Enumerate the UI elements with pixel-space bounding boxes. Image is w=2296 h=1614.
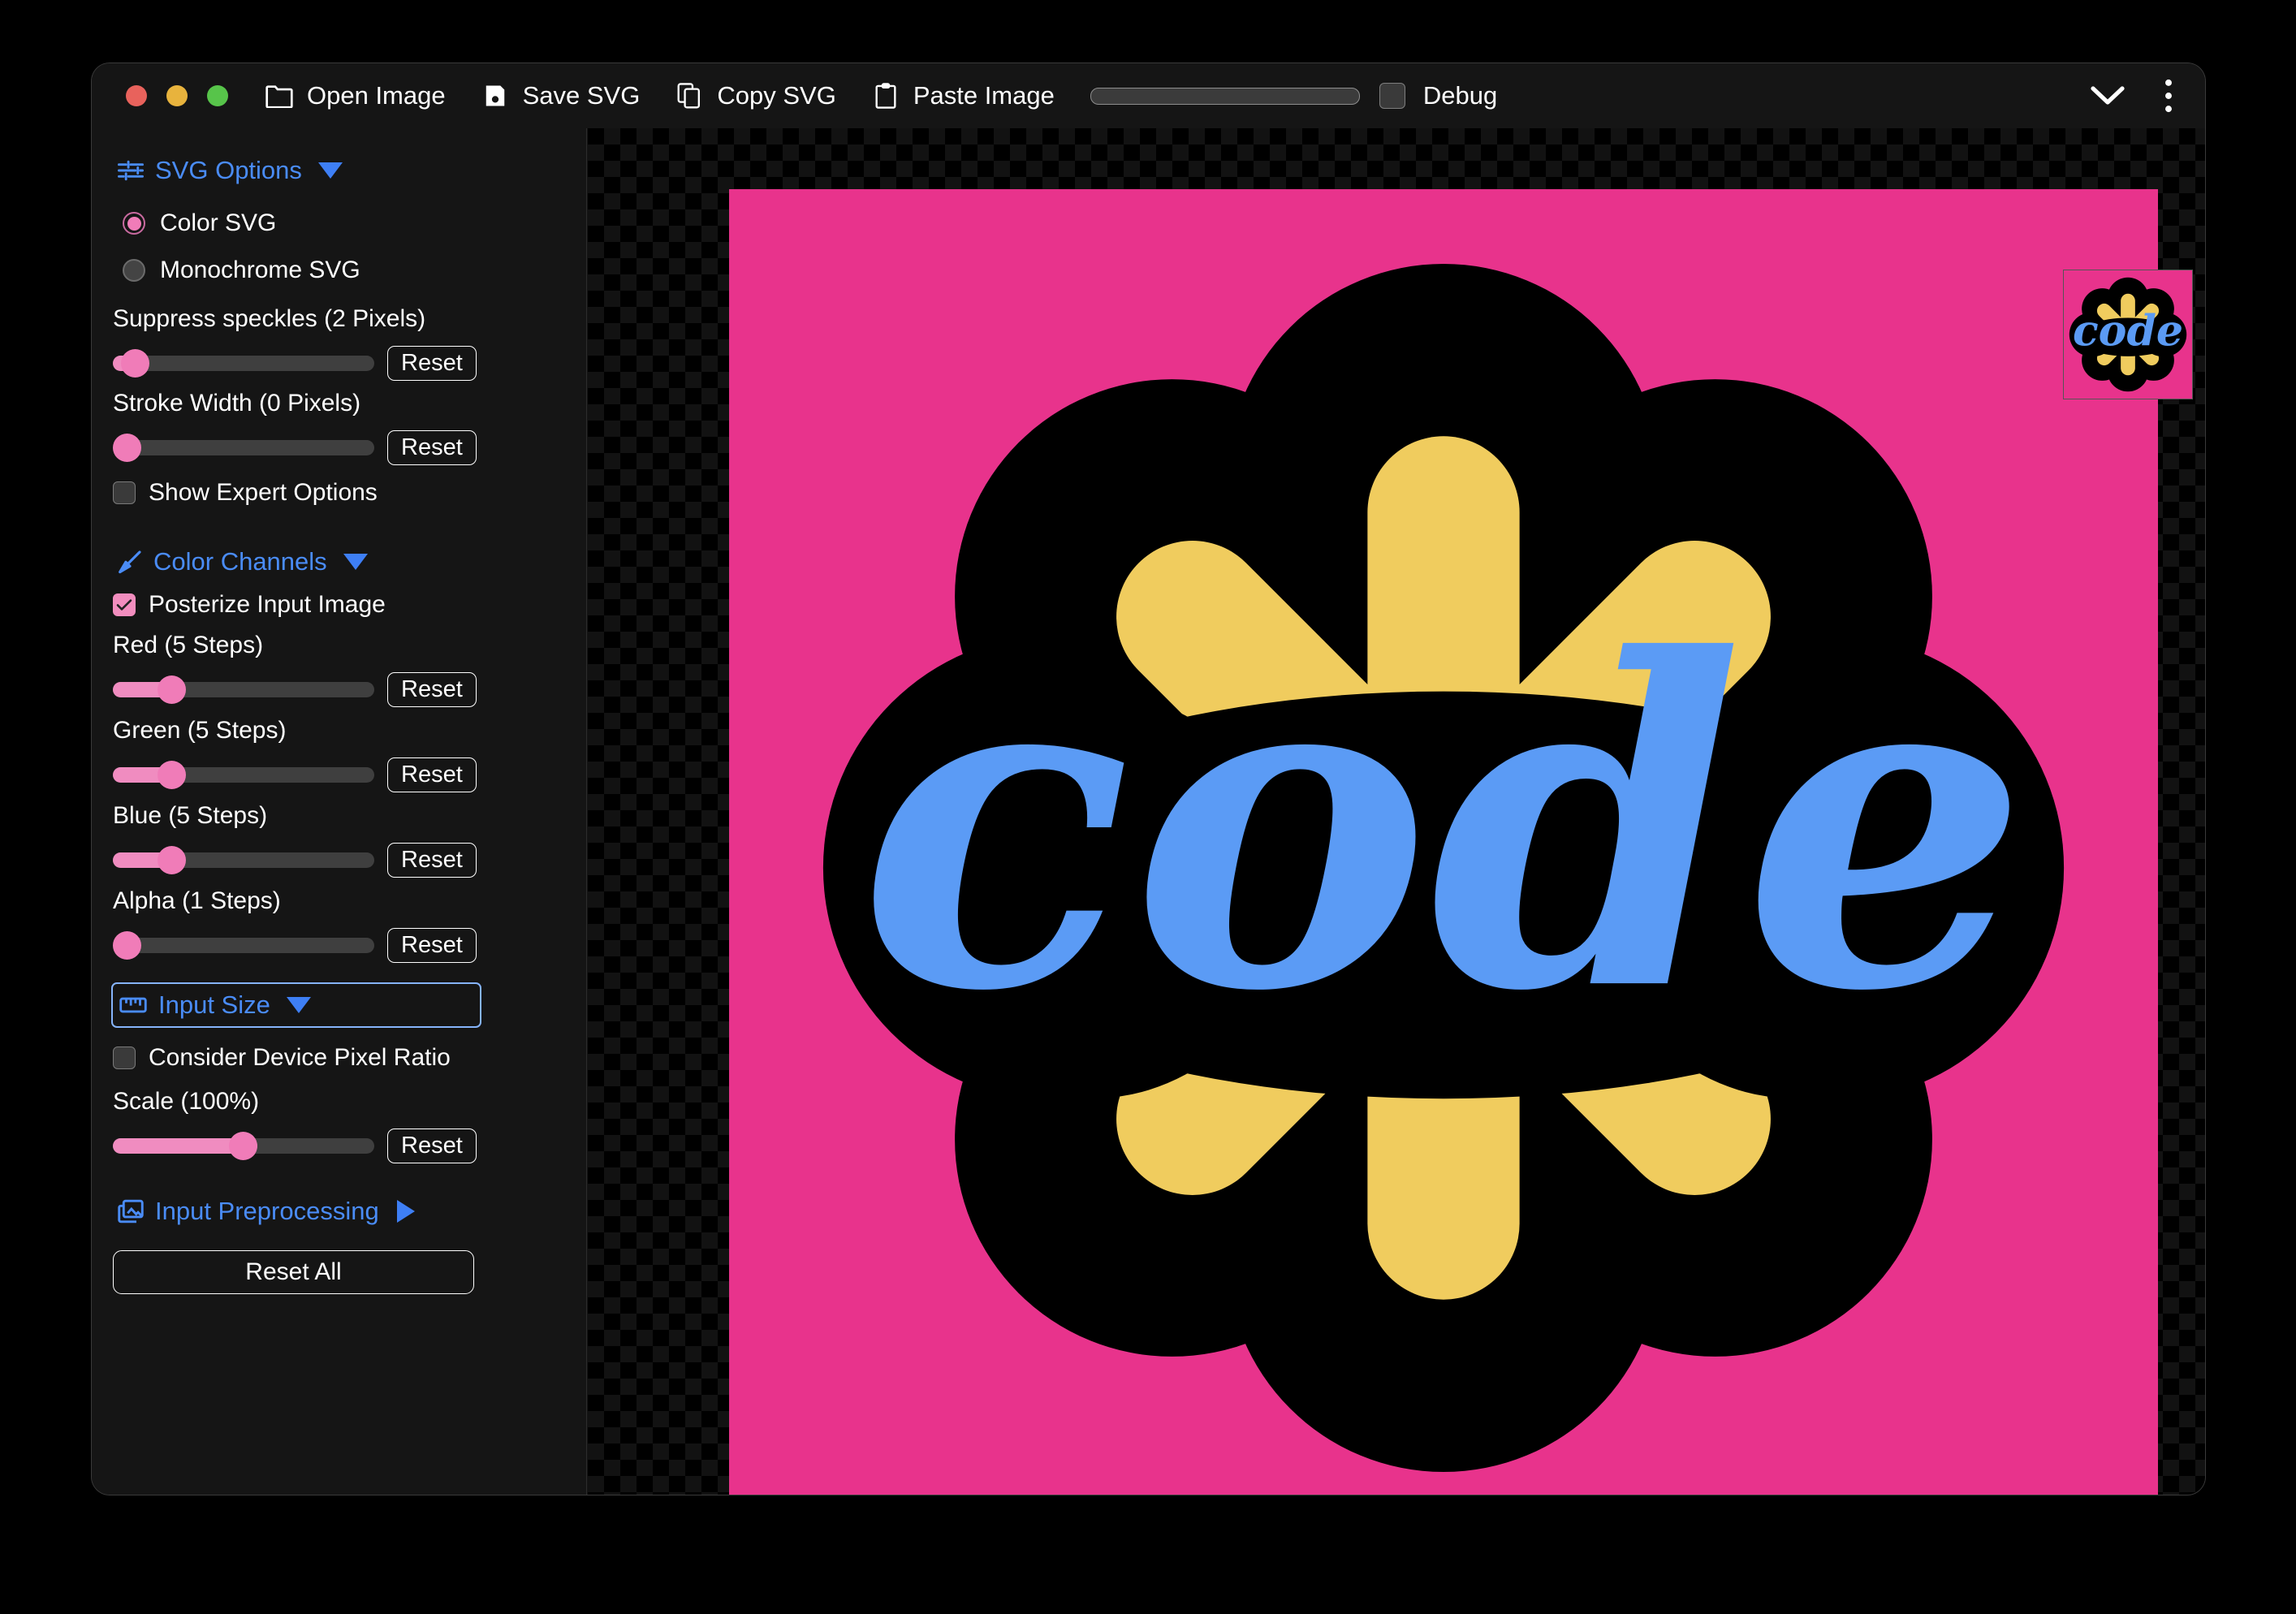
debug-checkbox[interactable]	[1379, 83, 1405, 109]
slider-row-suppress-speckles[interactable]: Reset	[113, 346, 477, 381]
options-sidebar: SVG Options Color SVG Monochrome SVG Sup…	[92, 128, 587, 1495]
images-icon	[118, 1199, 144, 1223]
posterize-input-image-label: Posterize Input Image	[149, 591, 386, 618]
reset-button-blue[interactable]: Reset	[387, 843, 477, 878]
section-header-color-channels[interactable]: Color Channels	[111, 542, 374, 581]
reset-button-green[interactable]: Reset	[387, 757, 477, 792]
artboard: code	[729, 189, 2158, 1495]
slider-label-green: Green (5 Steps)	[113, 717, 287, 744]
slider-track-alpha[interactable]	[113, 931, 374, 960]
section-title-color-channels: Color Channels	[153, 547, 327, 576]
radio-monochrome-svg-indicator[interactable]	[123, 259, 145, 282]
consider-device-pixel-ratio-checkbox[interactable]	[113, 1047, 136, 1069]
slider-label-blue: Blue (5 Steps)	[113, 802, 268, 829]
slider-label-red: Red (5 Steps)	[113, 632, 264, 658]
app-window: Open Image Save SVG Copy SVG Paste Image…	[92, 63, 2205, 1495]
debug-label: Debug	[1422, 81, 1498, 110]
reset-button-red[interactable]: Reset	[387, 672, 477, 707]
show-expert-options-checkbox[interactable]	[113, 481, 136, 504]
slider-track-stroke-width[interactable]	[113, 434, 374, 462]
section-header-input-preprocessing[interactable]: Input Preprocessing	[111, 1192, 421, 1231]
titlebar-right-controls	[2090, 63, 2173, 128]
slider-row-alpha[interactable]: Reset	[113, 928, 477, 963]
reset-button-scale[interactable]: Reset	[387, 1129, 477, 1163]
traffic-lights	[126, 85, 228, 106]
checkbox-consider-device-pixel-ratio[interactable]: Consider Device Pixel Ratio	[113, 1044, 451, 1072]
radio-monochrome-svg[interactable]: Monochrome SVG	[123, 257, 360, 284]
reset-button-stroke-width[interactable]: Reset	[387, 430, 477, 465]
slider-label-alpha: Alpha (1 Steps)	[113, 887, 281, 914]
slider-label-stroke-width: Stroke Width (0 Pixels)	[113, 390, 361, 416]
slider-track-scale[interactable]	[113, 1132, 374, 1160]
slider-row-scale[interactable]: Reset	[113, 1129, 477, 1163]
show-expert-options-label: Show Expert Options	[149, 479, 378, 506]
save-svg-label: Save SVG	[522, 81, 641, 110]
brush-icon	[118, 550, 142, 574]
slider-row-red[interactable]: Reset	[113, 672, 477, 707]
radio-color-svg[interactable]: Color SVG	[123, 209, 276, 237]
section-title-svg-options: SVG Options	[155, 156, 302, 184]
checkbox-posterize-input-image[interactable]: Posterize Input Image	[113, 591, 386, 619]
slider-track-red[interactable]	[113, 675, 374, 704]
slider-label-suppress-speckles: Suppress speckles (2 Pixels)	[113, 305, 426, 332]
save-disk-icon	[481, 82, 509, 110]
reset-all-button[interactable]: Reset All	[113, 1250, 474, 1294]
caret-down-icon[interactable]	[286, 997, 311, 1013]
slider-label-scale: Scale (100%)	[113, 1088, 260, 1115]
radio-monochrome-svg-label: Monochrome SVG	[160, 257, 360, 283]
close-window-button[interactable]	[126, 85, 147, 106]
copy-icon	[675, 82, 703, 110]
progress-bar[interactable]	[1090, 87, 1360, 105]
radio-color-svg-label: Color SVG	[160, 209, 277, 236]
slider-row-stroke-width[interactable]: Reset	[113, 430, 477, 465]
slider-row-green[interactable]: Reset	[113, 757, 477, 792]
caret-down-icon[interactable]	[343, 554, 368, 570]
minimize-window-button[interactable]	[166, 85, 188, 106]
paste-image-label: Paste Image	[913, 81, 1055, 110]
ruler-icon	[119, 995, 147, 1016]
chevron-down-icon[interactable]	[2090, 84, 2126, 107]
folder-icon	[265, 82, 293, 110]
clipboard-icon	[872, 82, 900, 110]
consider-device-pixel-ratio-label: Consider Device Pixel Ratio	[149, 1044, 451, 1071]
maximize-window-button[interactable]	[207, 85, 228, 106]
reset-button-alpha[interactable]: Reset	[387, 928, 477, 963]
code-flower-logo: code	[822, 263, 2065, 1473]
save-svg-button[interactable]: Save SVG	[481, 81, 641, 110]
section-header-input-size[interactable]: Input Size	[111, 982, 481, 1028]
logo-word: code	[859, 563, 2029, 1090]
paste-image-button[interactable]: Paste Image	[872, 81, 1055, 110]
open-image-label: Open Image	[307, 81, 446, 110]
slider-track-green[interactable]	[113, 761, 374, 789]
radio-color-svg-indicator[interactable]	[123, 212, 145, 235]
slider-track-blue[interactable]	[113, 846, 374, 874]
reset-button-suppress-speckles[interactable]: Reset	[387, 346, 477, 381]
section-title-input-preprocessing: Input Preprocessing	[155, 1197, 379, 1225]
debug-toggle[interactable]: Debug	[1379, 81, 1497, 110]
section-title-input-size: Input Size	[158, 990, 270, 1019]
preview-thumbnail-art: code	[2069, 277, 2187, 392]
slider-track-suppress-speckles[interactable]	[113, 349, 374, 378]
checkbox-show-expert-options[interactable]: Show Expert Options	[113, 479, 378, 507]
copy-svg-button[interactable]: Copy SVG	[675, 81, 836, 110]
posterize-input-image-checkbox[interactable]	[113, 593, 136, 616]
section-header-svg-options[interactable]: SVG Options	[111, 151, 349, 190]
more-vertical-icon[interactable]	[2164, 78, 2173, 114]
preview-thumbnail[interactable]: code	[2063, 270, 2193, 399]
copy-svg-label: Copy SVG	[717, 81, 836, 110]
slider-row-blue[interactable]: Reset	[113, 843, 477, 878]
title-bar: Open Image Save SVG Copy SVG Paste Image…	[92, 63, 2205, 128]
caret-down-icon[interactable]	[317, 162, 343, 179]
image-canvas[interactable]: code code	[588, 128, 2205, 1495]
caret-right-icon[interactable]	[396, 1200, 415, 1223]
sliders-icon	[118, 158, 144, 183]
open-image-button[interactable]: Open Image	[265, 81, 446, 110]
thumbnail-logo-word: code	[2073, 306, 2183, 356]
